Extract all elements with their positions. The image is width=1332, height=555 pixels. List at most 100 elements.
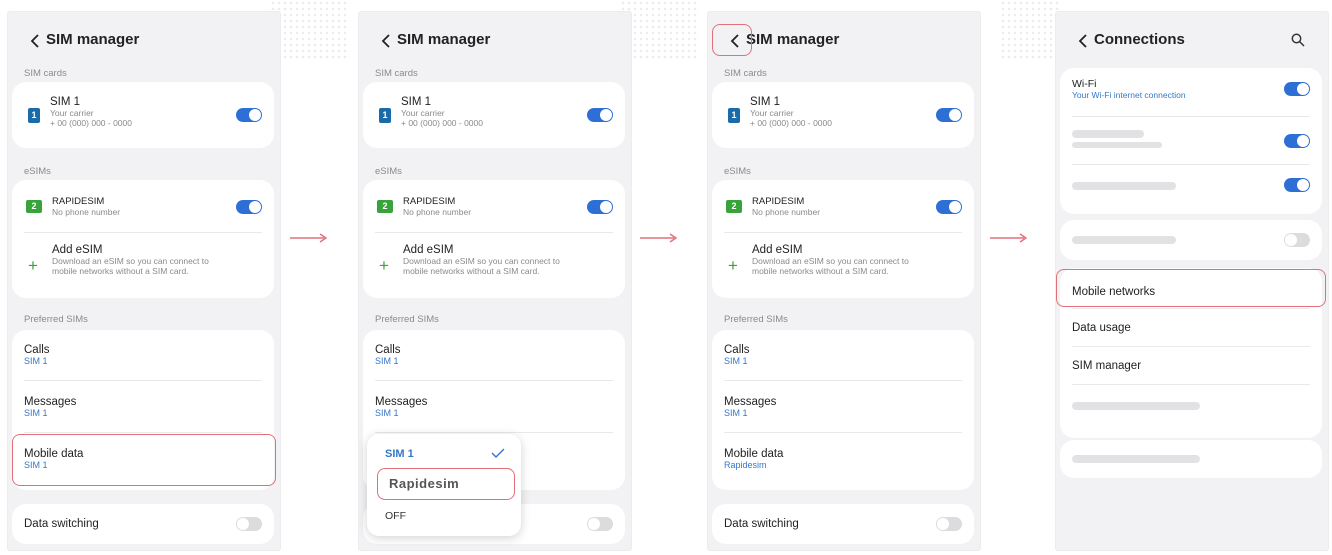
- esim-toggle[interactable]: [936, 200, 962, 214]
- popup-option-sim1[interactable]: SIM 1: [385, 448, 414, 460]
- messages-label: Messages: [724, 396, 777, 408]
- calls-value: SIM 1: [375, 356, 399, 366]
- esim-sub: No phone number: [752, 207, 821, 217]
- connections-card-2[interactable]: [1060, 220, 1322, 260]
- connections-card-4[interactable]: [1060, 440, 1322, 478]
- calls-item[interactable]: Calls SIM 1: [24, 344, 262, 366]
- sim1-number: + 00 (000) 000 - 0000: [401, 118, 483, 128]
- data-usage-label: Data usage: [1072, 322, 1131, 334]
- data-switching-card[interactable]: Data switching: [12, 504, 274, 544]
- calls-label: Calls: [724, 344, 750, 356]
- decorative-dots: [270, 0, 350, 60]
- sim1-toggle[interactable]: [236, 108, 262, 122]
- messages-item[interactable]: Messages SIM 1: [375, 396, 613, 418]
- data-switching-toggle[interactable]: [587, 517, 613, 531]
- mobile-data-label: Mobile data: [724, 448, 784, 460]
- esim-icon: 2: [377, 200, 393, 213]
- arrow-right-icon: [290, 233, 328, 243]
- add-esim-desc: mobile networks without a SIM card.: [403, 266, 540, 276]
- calls-item[interactable]: Calls SIM 1: [724, 344, 962, 366]
- esim-sub: No phone number: [403, 207, 472, 217]
- section-label-esims: eSIMs: [375, 166, 402, 177]
- decorative-dots: [620, 0, 700, 60]
- sim1-number: + 00 (000) 000 - 0000: [750, 118, 832, 128]
- divider: [375, 432, 613, 433]
- data-usage-item[interactable]: Data usage: [1072, 322, 1310, 334]
- divider: [1072, 164, 1310, 165]
- calls-label: Calls: [375, 344, 401, 356]
- check-icon: [491, 448, 505, 458]
- add-esim-button[interactable]: Add eSIM Download an eSIM so you can con…: [52, 244, 262, 276]
- add-esim-button[interactable]: Add eSIM Download an eSIM so you can con…: [752, 244, 962, 276]
- sim1-carrier: Your carrier: [401, 108, 445, 118]
- esim-item[interactable]: RAPIDESIM No phone number: [52, 196, 262, 217]
- placeholder-toggle[interactable]: [1284, 233, 1310, 247]
- arrow-right-icon: [990, 233, 1028, 243]
- back-arrow-icon[interactable]: [1074, 30, 1094, 52]
- esim-toggle[interactable]: [587, 200, 613, 214]
- preferred-card: Calls SIM 1 Messages SIM 1 Mobile data R…: [712, 330, 974, 490]
- sim-manager-item[interactable]: SIM manager: [1072, 360, 1310, 372]
- add-esim-button[interactable]: Add eSIM Download an eSIM so you can con…: [403, 244, 613, 276]
- divider: [1072, 346, 1310, 347]
- divider: [24, 380, 262, 381]
- placeholder-toggle[interactable]: [1284, 178, 1310, 192]
- wifi-label: Wi-Fi: [1072, 78, 1097, 90]
- add-esim-desc: mobile networks without a SIM card.: [52, 266, 189, 276]
- calls-item[interactable]: Calls SIM 1: [375, 344, 613, 366]
- sim1-name: SIM 1: [401, 96, 432, 108]
- messages-label: Messages: [24, 396, 77, 408]
- add-esim-desc: mobile networks without a SIM card.: [752, 266, 889, 276]
- placeholder-toggle[interactable]: [1284, 134, 1310, 148]
- sim1-toggle[interactable]: [587, 108, 613, 122]
- section-label-sim-cards: SIM cards: [375, 68, 418, 79]
- back-arrow-icon[interactable]: [377, 30, 397, 52]
- sim-card-item[interactable]: 1 SIM 1 Your carrier + 00 (000) 000 - 00…: [12, 82, 274, 148]
- data-switching-card[interactable]: Data switching: [712, 504, 974, 544]
- popup-option-off[interactable]: OFF: [385, 510, 406, 522]
- phone-screen-sim-manager-2: SIM manager SIM cards 1 SIM 1 Your carri…: [359, 12, 631, 550]
- add-esim-desc: Download an eSIM so you can connect to: [403, 256, 560, 266]
- placeholder-bar: [1072, 142, 1162, 148]
- placeholder-bar: [1072, 130, 1144, 138]
- messages-value: SIM 1: [375, 408, 399, 418]
- search-icon[interactable]: [1290, 32, 1306, 48]
- sim1-carrier: Your carrier: [50, 108, 94, 118]
- section-label-esims: eSIMs: [724, 166, 751, 177]
- plus-icon: +: [28, 256, 38, 275]
- mobile-data-item[interactable]: Mobile data Rapidesim: [724, 448, 962, 470]
- data-switching-label: Data switching: [724, 518, 799, 530]
- wifi-item[interactable]: Wi-Fi Your Wi-Fi internet connection: [1072, 78, 1310, 100]
- sim1-toggle[interactable]: [936, 108, 962, 122]
- highlight-box: [712, 24, 752, 56]
- esim-toggle[interactable]: [236, 200, 262, 214]
- placeholder-bar: [1072, 402, 1200, 410]
- divider: [1072, 384, 1310, 385]
- sim-card-item[interactable]: 1 SIM 1 Your carrier + 00 (000) 000 - 00…: [712, 82, 974, 148]
- data-switching-toggle[interactable]: [936, 517, 962, 531]
- messages-value: SIM 1: [724, 408, 748, 418]
- highlight-box: [12, 434, 276, 486]
- data-switching-toggle[interactable]: [236, 517, 262, 531]
- sim1-name: SIM 1: [750, 96, 781, 108]
- mobile-data-popup: SIM 1 Rapidesim OFF: [367, 434, 521, 536]
- highlight-box: [1056, 269, 1326, 307]
- data-switching-label: Data switching: [24, 518, 99, 530]
- arrow-right-icon: [640, 233, 678, 243]
- messages-item[interactable]: Messages SIM 1: [724, 396, 962, 418]
- messages-item[interactable]: Messages SIM 1: [24, 396, 262, 418]
- placeholder-bar: [1072, 455, 1200, 463]
- wifi-toggle[interactable]: [1284, 82, 1310, 96]
- section-label-esims: eSIMs: [24, 166, 51, 177]
- sim-card-item[interactable]: 1 SIM 1 Your carrier + 00 (000) 000 - 00…: [363, 82, 625, 148]
- phone-screen-sim-manager-3: SIM manager SIM cards 1 SIM 1 Your carri…: [708, 12, 980, 550]
- esim-item[interactable]: RAPIDESIM No phone number: [403, 196, 613, 217]
- section-label-sim-cards: SIM cards: [24, 68, 67, 79]
- esim-item[interactable]: RAPIDESIM No phone number: [752, 196, 962, 217]
- wifi-sub: Your Wi-Fi internet connection: [1072, 90, 1186, 100]
- decorative-dots: [1000, 0, 1060, 60]
- back-arrow-icon[interactable]: [26, 30, 46, 52]
- sim1-number: + 00 (000) 000 - 0000: [50, 118, 132, 128]
- header: SIM manager: [359, 28, 631, 54]
- sim-card-icon: 1: [379, 108, 391, 123]
